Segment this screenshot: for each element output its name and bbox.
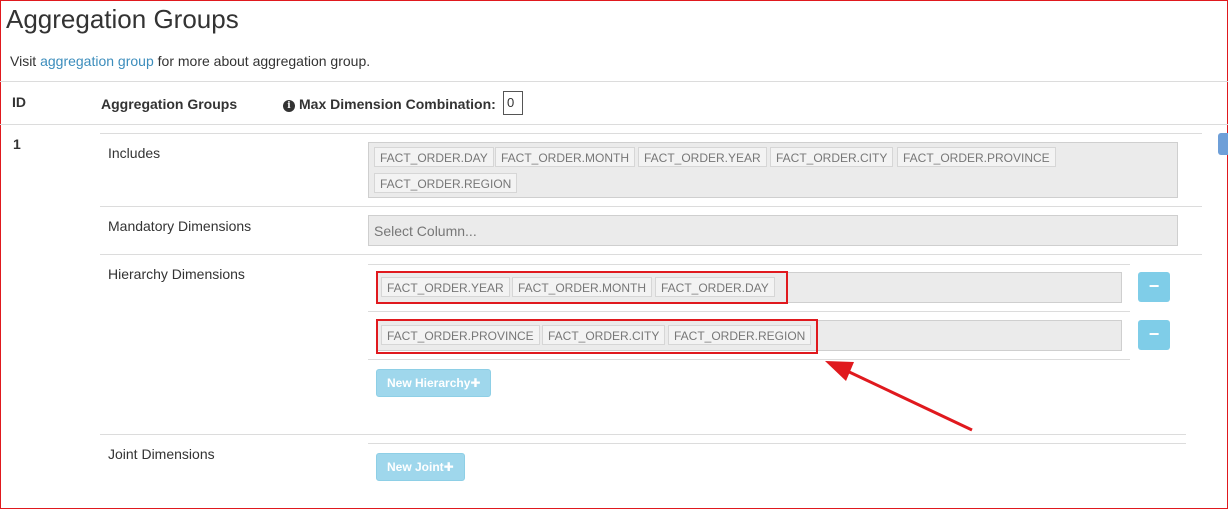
annotation-arrow	[825, 361, 973, 432]
annotation-arrow-shaft	[844, 368, 973, 432]
new-joint-button[interactable]: New Joint✚	[376, 453, 465, 481]
joint-dimensions-label: Joint Dimensions	[108, 446, 215, 462]
divider	[100, 434, 1186, 435]
divider	[368, 443, 1186, 444]
annotation-arrow-head	[825, 361, 854, 381]
